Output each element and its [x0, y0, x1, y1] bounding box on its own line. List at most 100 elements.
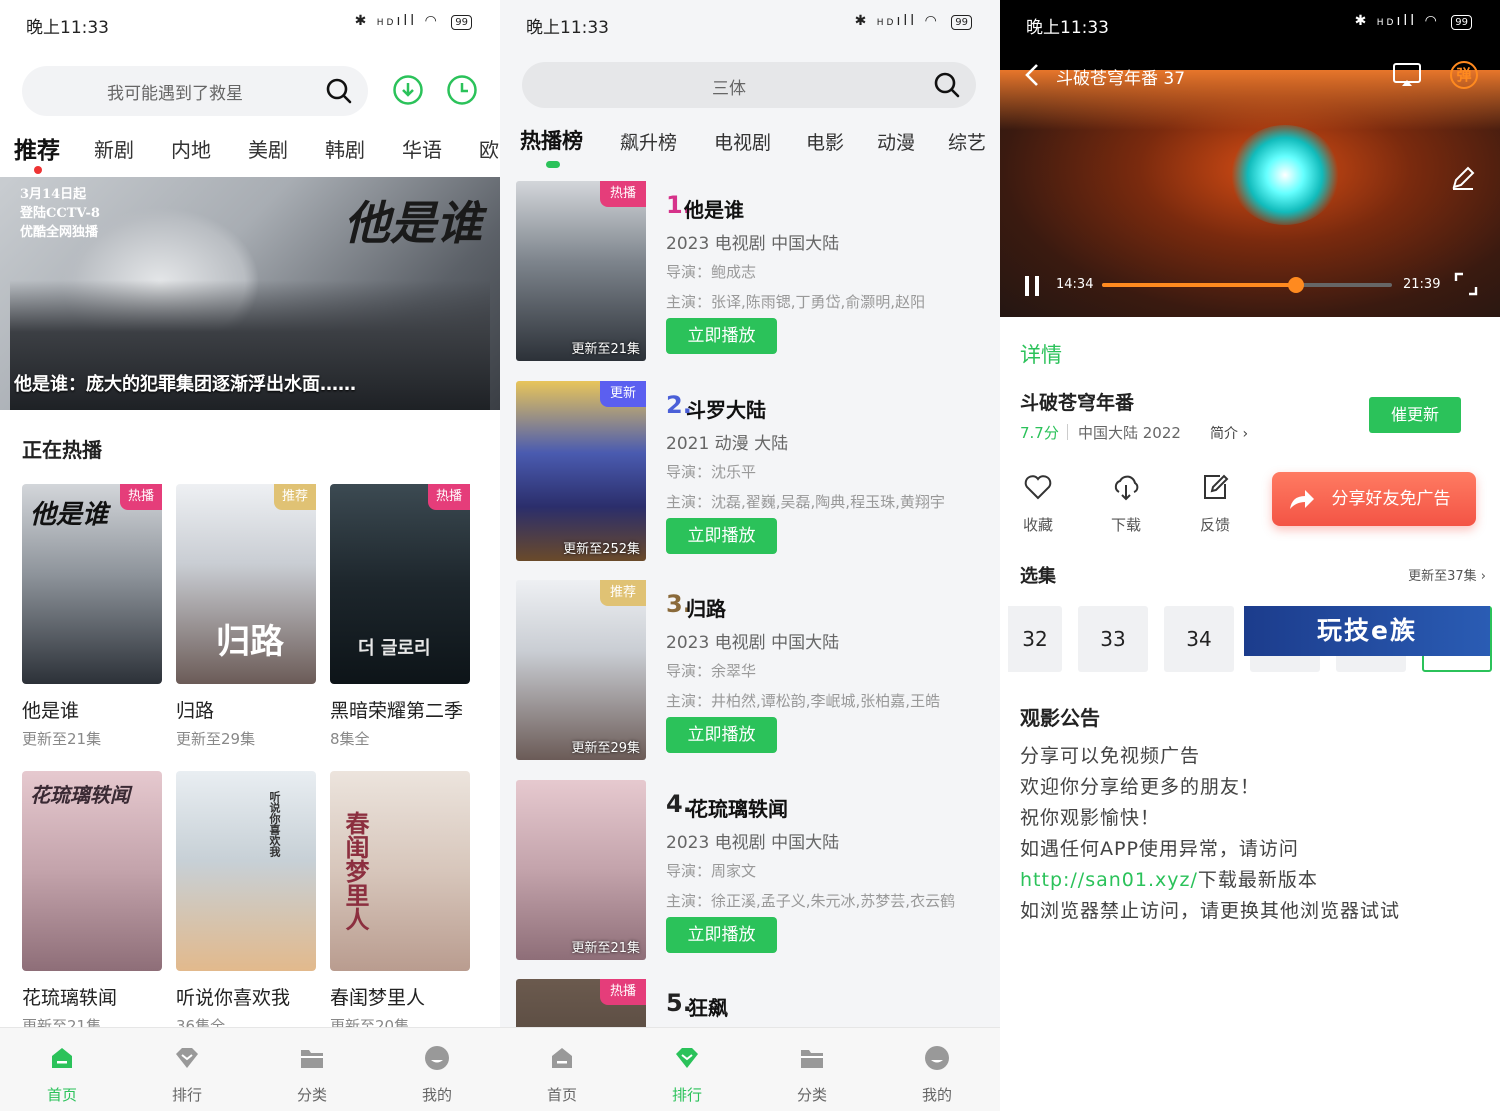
feedback-button[interactable]: 反馈 [1185, 472, 1245, 535]
card-title: 他是谁 [22, 700, 80, 722]
tab-tv[interactable]: 电视剧 [714, 128, 771, 155]
notice-line: 如遇任何APP使用异常，请访问 [1020, 838, 1299, 860]
search-icon[interactable] [934, 72, 960, 98]
tab-rising[interactable]: 飙升榜 [620, 128, 677, 155]
share-label: 分享好友免广告 [1331, 489, 1451, 509]
danmaku-toggle[interactable]: 弹 [1450, 61, 1478, 89]
ranking-item[interactable]: 热播 5. 狂飙 [516, 979, 986, 1027]
status-time: 晚上11:33 [1026, 18, 1109, 38]
recommend-badge: 推荐 [599, 580, 646, 606]
search-icon[interactable] [326, 78, 352, 104]
ranking-item[interactable]: 推荐 更新至29集 3. 归路 2023 电视剧 中国大陆 导演：余翠华 主演：… [516, 580, 986, 762]
tab-us[interactable]: 美剧 [248, 134, 288, 163]
notice-line: 分享可以免视频广告 [1020, 745, 1201, 767]
rank-director: 导演：鲍成志 [666, 263, 757, 281]
nav-label: 我的 [921, 1086, 952, 1104]
nav-label: 排行 [171, 1086, 202, 1104]
rank-director: 导演：沈乐平 [666, 463, 757, 481]
card-title: 归路 [176, 700, 215, 722]
tab-hot[interactable]: 热播榜 [520, 125, 583, 155]
edit-icon[interactable] [1450, 165, 1476, 191]
notice-line: http://san01.xyz/下载最新版本 [1020, 865, 1318, 892]
download-icon[interactable] [392, 74, 424, 106]
nav-label: 分类 [796, 1086, 827, 1104]
rank-cast: 主演：张译,陈雨锶,丁勇岱,俞灏明,赵阳 [666, 293, 926, 311]
nav-category[interactable]: 分类 [272, 1044, 352, 1105]
cast-screen-icon[interactable] [1392, 62, 1422, 88]
nav-category[interactable]: 分类 [772, 1044, 852, 1105]
ranking-item[interactable]: 更新至21集 4. 花琉璃轶闻 2023 电视剧 中国大陆 导演：周家文 主演：… [516, 780, 986, 962]
episodes-update[interactable]: 更新至37集 › [1408, 565, 1486, 584]
rank-cast: 主演：沈磊,翟巍,吴磊,陶典,程玉珠,黄翔宇 [666, 493, 945, 511]
tab-anime[interactable]: 动漫 [877, 128, 915, 155]
poster-title: 听说你喜欢我 [268, 791, 281, 857]
play-button[interactable]: 立即播放 [666, 717, 777, 753]
pause-icon[interactable] [1022, 274, 1042, 298]
tab-korea[interactable]: 韩剧 [325, 134, 365, 163]
rank-meta: 2023 电视剧 中国大陆 [666, 234, 840, 254]
urge-update-button[interactable]: 催更新 [1369, 397, 1461, 433]
banner-logo: 他是谁 [344, 196, 482, 250]
card-title: 花琉璃轶闻 [22, 987, 118, 1009]
episode-button[interactable]: 32 [1008, 606, 1062, 672]
episode-button[interactable]: 34 [1164, 606, 1234, 672]
poster-image: 花琉璃轶闻 [22, 771, 162, 971]
battery-icon: 99 [451, 15, 472, 30]
back-icon[interactable] [1022, 62, 1042, 88]
download-button[interactable]: 下载 [1096, 472, 1156, 535]
recommend-badge: 推荐 [273, 484, 316, 510]
video-frame-glow [1230, 125, 1340, 225]
episode-button[interactable]: 33 [1078, 606, 1148, 672]
tab-movie[interactable]: 电影 [806, 128, 844, 155]
play-button[interactable]: 立即播放 [666, 917, 777, 953]
notice-line: 如浏览器禁止访问，请更换其他浏览器试试 [1020, 900, 1401, 922]
nav-ranking[interactable]: 排行 [647, 1044, 727, 1105]
nav-label: 分类 [296, 1086, 327, 1104]
banner-airing-info: 3月14日起 登陆CCTV-8 优酷全网独播 [20, 187, 100, 240]
video-player[interactable]: 晚上11:33 ✱ HDıll ◠ 99 斗破苍穹年番 37 弹 14:34 2… [1000, 0, 1500, 317]
search-input[interactable]: 我可能遇到了救星 [22, 66, 368, 116]
tab-chinese[interactable]: 华语 [402, 134, 442, 163]
network-icon: HD [376, 18, 397, 28]
profile-icon [425, 1046, 449, 1070]
status-time: 晚上11:33 [526, 18, 609, 38]
poster-image [516, 381, 646, 561]
nav-profile[interactable]: 我的 [397, 1044, 477, 1105]
detail-screen: 晚上11:33 ✱ HDıll ◠ 99 斗破苍穹年番 37 弹 14:34 2… [1000, 0, 1500, 1111]
update-count: 更新至21集 [571, 342, 640, 357]
fullscreen-icon[interactable] [1454, 272, 1478, 296]
seek-bar[interactable] [1102, 277, 1392, 293]
ranking-item[interactable]: 热播 更新至21集 1. 他是谁 2023 电视剧 中国大陆 导演：鲍成志 主演… [516, 181, 986, 363]
tab-variety[interactable]: 综艺 [948, 128, 986, 155]
nav-home[interactable]: 首页 [22, 1044, 102, 1105]
tab-recommend[interactable]: 推荐 [14, 131, 60, 165]
category-icon [301, 1050, 323, 1068]
tab-mainland[interactable]: 内地 [171, 134, 211, 163]
tab-new[interactable]: 新剧 [94, 134, 134, 163]
favorite-button[interactable]: 收藏 [1008, 472, 1068, 535]
search-input[interactable]: 三体 [522, 62, 976, 108]
ranking-item[interactable]: 更新 更新至252集 2. 斗罗大陆 2021 动漫 大陆 导演：沈乐平 主演：… [516, 381, 986, 563]
play-button[interactable]: 立即播放 [666, 518, 777, 554]
card-update: 更新至21集 [22, 730, 102, 748]
nav-ranking[interactable]: 排行 [147, 1044, 227, 1105]
nav-home[interactable]: 首页 [522, 1044, 602, 1105]
notice-heading: 观影公告 [1020, 706, 1100, 730]
history-icon[interactable] [446, 74, 478, 106]
card-update: 更新至29集 [176, 730, 256, 748]
download-link[interactable]: http://san01.xyz/ [1020, 869, 1198, 891]
share-button[interactable]: 分享好友免广告 [1272, 472, 1476, 526]
nav-profile[interactable]: 我的 [897, 1044, 977, 1105]
intro-link[interactable]: 简介 › [1210, 423, 1248, 443]
action-label: 下载 [1110, 516, 1141, 534]
tab-europe[interactable]: 欧 [479, 134, 499, 163]
status-bar: 晚上11:33 ✱ HDıll ◠ 99 [1000, 0, 1500, 48]
hero-banner[interactable]: 3月14日起 登陆CCTV-8 优酷全网独播 他是谁 他是谁：庞大的犯罪集团逐渐… [0, 177, 500, 410]
play-button[interactable]: 立即播放 [666, 318, 777, 354]
hot-badge: 热播 [599, 181, 646, 207]
nav-label: 我的 [421, 1086, 452, 1104]
home-icon [552, 1048, 572, 1068]
show-title: 斗破苍穹年番 [1020, 392, 1135, 414]
poster-title: 花琉璃轶闻 [30, 783, 130, 807]
seek-bar-fill [1102, 283, 1297, 287]
